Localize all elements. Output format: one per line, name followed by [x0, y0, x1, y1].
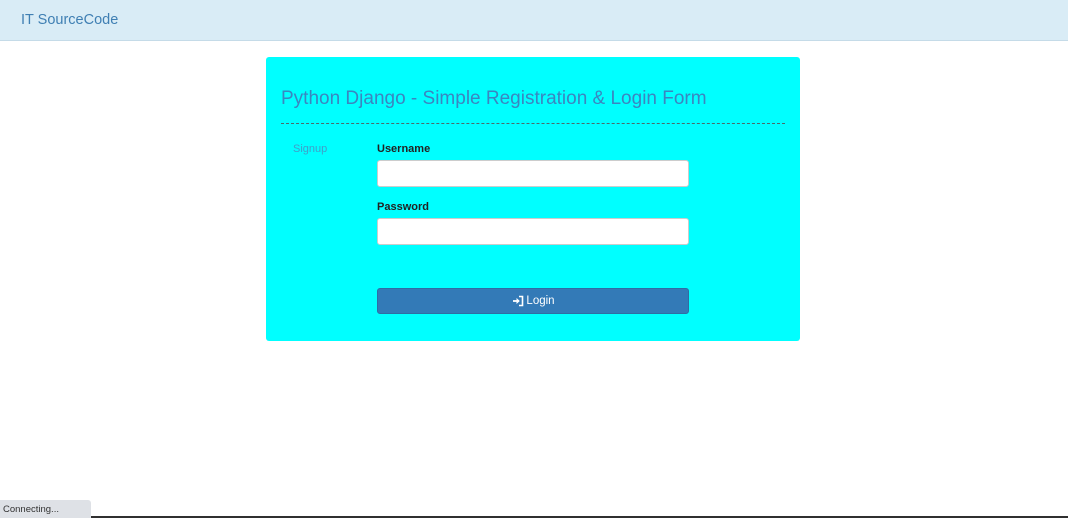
- navbar: IT SourceCode: [0, 0, 1068, 41]
- signup-link[interactable]: Signup: [293, 143, 327, 155]
- password-input[interactable]: [377, 218, 689, 245]
- brand-link[interactable]: IT SourceCode: [21, 12, 118, 28]
- status-bar: Connecting...: [0, 500, 91, 518]
- username-input[interactable]: [377, 160, 689, 187]
- form-title: Python Django - Simple Registration & Lo…: [281, 88, 707, 109]
- password-label: Password: [377, 201, 429, 213]
- login-panel: Python Django - Simple Registration & Lo…: [266, 57, 800, 341]
- title-divider: [281, 123, 785, 124]
- username-label: Username: [377, 143, 431, 155]
- login-button[interactable]: Login: [377, 288, 689, 314]
- login-button-label: Login: [526, 295, 555, 307]
- status-text: Connecting...: [3, 504, 59, 515]
- sign-in-icon: [511, 295, 524, 307]
